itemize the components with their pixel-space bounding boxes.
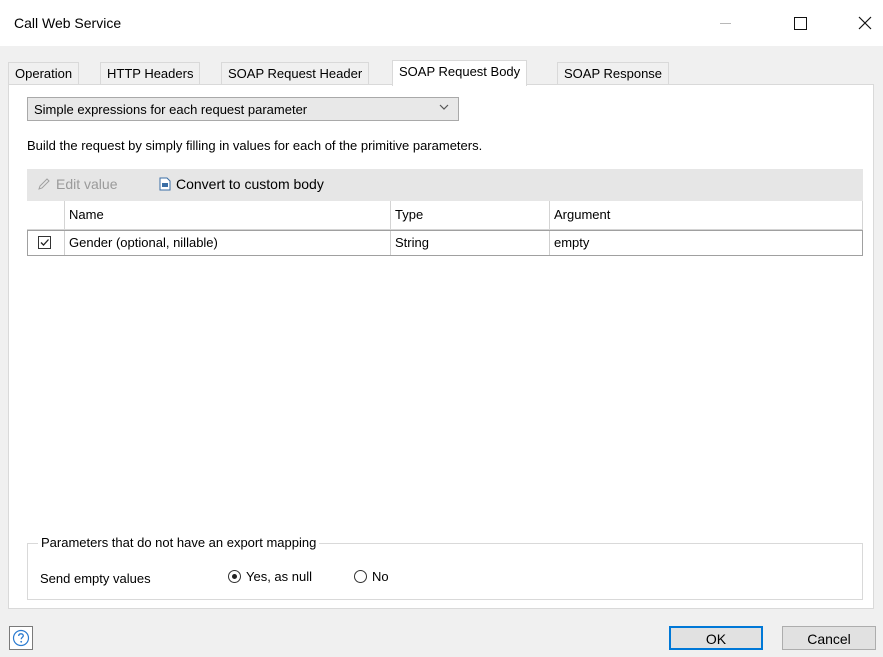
tab-panel: Simple expressions for each request para…: [8, 84, 874, 609]
maximize-button[interactable]: [777, 8, 823, 38]
tab-operation[interactable]: Operation: [8, 62, 80, 85]
convert-label: Convert to custom body: [176, 176, 324, 192]
chevron-down-icon: [438, 101, 450, 116]
description-text: Build the request by simply filling in v…: [27, 138, 483, 153]
toolbar: Edit value Convert to custom body: [27, 169, 863, 201]
close-button[interactable]: [848, 8, 882, 38]
cell-argument: empty: [549, 231, 862, 255]
edit-value-label: Edit value: [56, 176, 118, 192]
column-header-argument[interactable]: Argument: [549, 201, 862, 229]
cancel-button[interactable]: Cancel: [782, 626, 876, 650]
export-mapping-group: Parameters that do not have an export ma…: [27, 535, 863, 600]
mode-select-value: Simple expressions for each request para…: [34, 102, 308, 117]
maximize-icon: [793, 16, 807, 30]
close-icon: [858, 16, 872, 30]
help-button[interactable]: [9, 626, 33, 650]
radio-no-label: No: [372, 569, 389, 584]
edit-value-button[interactable]: Edit value: [37, 176, 117, 192]
column-header-type[interactable]: Type: [390, 201, 549, 229]
cell-type: String: [390, 231, 549, 255]
check-icon: [40, 239, 49, 246]
send-empty-values-label: Send empty values: [40, 571, 151, 586]
parameters-grid: Name Type Argument Gender (optional, nil…: [27, 201, 863, 267]
radio-selected-icon: [228, 570, 241, 583]
window-title: Call Web Service: [14, 15, 122, 31]
table-row[interactable]: Gender (optional, nillable) String empty: [27, 230, 863, 256]
column-header-name[interactable]: Name: [64, 201, 390, 229]
column-header-check: [27, 201, 64, 229]
tab-soap-request-header[interactable]: SOAP Request Header: [221, 62, 370, 85]
cell-name: Gender (optional, nillable): [64, 231, 390, 255]
tab-http-headers[interactable]: HTTP Headers: [100, 62, 201, 85]
mode-select[interactable]: Simple expressions for each request para…: [27, 97, 459, 121]
convert-to-custom-body-button[interactable]: Convert to custom body: [159, 176, 324, 192]
tab-soap-request-body[interactable]: SOAP Request Body: [392, 60, 528, 86]
minimize-button[interactable]: [702, 8, 748, 38]
radio-unselected-icon: [354, 570, 367, 583]
group-legend: Parameters that do not have an export ma…: [38, 535, 320, 550]
minimize-icon: [719, 22, 731, 24]
question-icon: [12, 629, 30, 647]
document-icon: [159, 177, 171, 191]
radio-yes-as-null[interactable]: Yes, as null: [228, 569, 312, 584]
row-checkbox[interactable]: [38, 236, 51, 249]
radio-yes-label: Yes, as null: [246, 569, 313, 584]
ok-button[interactable]: OK: [669, 626, 763, 650]
title-bar: Call Web Service: [0, 0, 883, 46]
radio-no[interactable]: No: [354, 569, 389, 584]
pencil-icon: [37, 177, 51, 191]
tab-soap-response[interactable]: SOAP Response: [557, 62, 670, 85]
